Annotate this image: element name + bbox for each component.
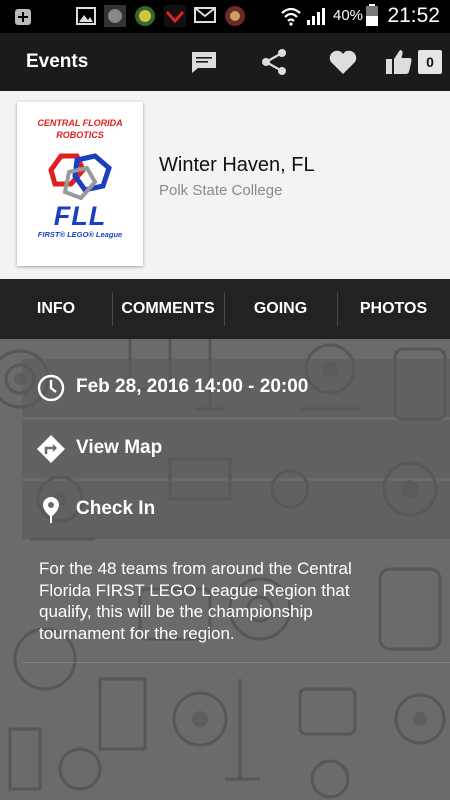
event-title: Winter Haven, FL (159, 154, 315, 176)
fll-logo-mark-icon (48, 153, 112, 201)
action-bar: Events (0, 33, 450, 91)
heart-icon[interactable] (327, 46, 359, 78)
likes-count-badge: 0 (418, 50, 442, 74)
info-panel: Feb 28, 2016 14:00 - 20:00 View Map Chec… (0, 339, 450, 800)
divider (22, 662, 450, 663)
check-in-label: Check In (76, 498, 156, 519)
view-map-row[interactable]: View Map (22, 420, 450, 478)
app-icon (104, 5, 126, 27)
app-icon (164, 5, 186, 27)
page-title: Events (26, 51, 89, 72)
tab-going[interactable]: GOING (224, 279, 337, 339)
clock: 21:52 (387, 4, 440, 27)
app-icon (225, 6, 245, 26)
app-icon (135, 6, 155, 26)
tab-bar: INFO COMMENTS GOING PHOTOS (0, 279, 450, 339)
gallery-icon (76, 7, 96, 25)
battery-percent: 40% (333, 7, 364, 24)
check-in-row[interactable]: Check In (22, 481, 450, 539)
event-logo[interactable]: CENTRAL FLORIDA ROBOTICS FLL FIRST® LEGO… (17, 102, 143, 266)
date-row: Feb 28, 2016 14:00 - 20:00 (22, 359, 450, 417)
event-venue: Polk State College (159, 182, 283, 199)
event-date: Feb 28, 2016 14:00 - 20:00 (76, 376, 309, 397)
clock-icon (37, 374, 65, 402)
event-header: CENTRAL FLORIDA ROBOTICS FLL FIRST® LEGO… (0, 91, 450, 279)
location-pin-icon (43, 497, 59, 523)
logo-subtitle: FIRST® LEGO® League (37, 230, 123, 239)
directions-icon (37, 435, 65, 463)
battery-icon (366, 4, 378, 26)
share-icon[interactable] (258, 46, 290, 78)
logo-text-line1: CENTRAL FLORIDA (37, 118, 123, 128)
event-description: For the 48 teams from around the Central… (39, 559, 352, 643)
thumbs-up-icon[interactable] (383, 46, 415, 78)
comment-icon[interactable] (188, 46, 220, 78)
add-icon (15, 9, 31, 25)
tab-photos[interactable]: PHOTOS (337, 279, 450, 339)
status-bar: 40% 21:52 (0, 0, 450, 33)
wifi-icon (281, 7, 301, 26)
signal-icon (307, 8, 325, 25)
logo-text-line2: ROBOTICS (56, 130, 104, 140)
logo-fll-text: FLL (53, 201, 107, 231)
mail-icon (194, 7, 216, 23)
tab-info[interactable]: INFO (0, 279, 112, 339)
tab-comments[interactable]: COMMENTS (112, 279, 224, 339)
view-map-label: View Map (76, 437, 163, 458)
